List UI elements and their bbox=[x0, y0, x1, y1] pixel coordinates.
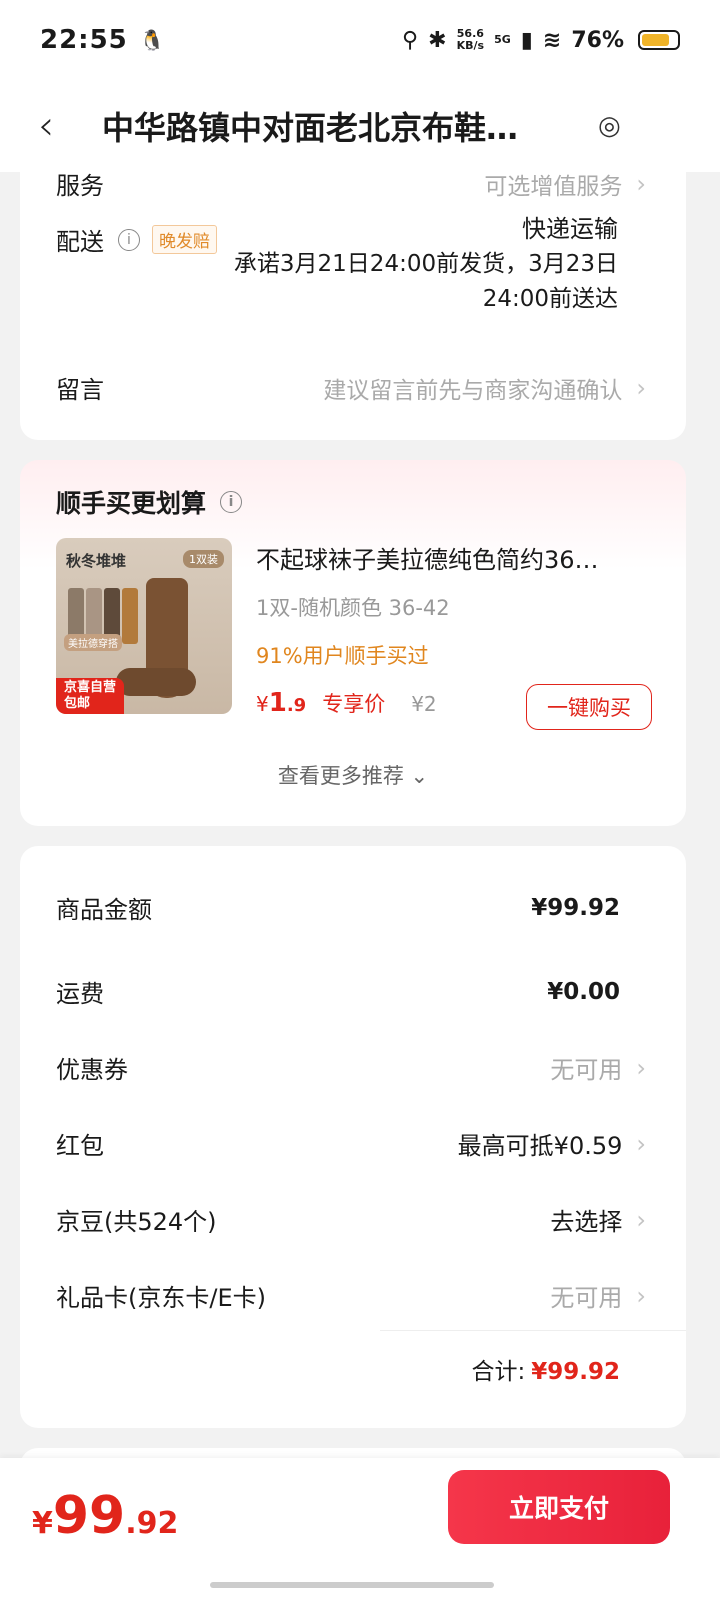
qq-icon: 🐧 bbox=[139, 28, 165, 52]
signal-label: 5G bbox=[494, 33, 511, 46]
info-icon[interactable]: i bbox=[220, 491, 243, 513]
image-text-pack: 1双装 bbox=[183, 550, 224, 568]
back-arrow-icon[interactable]: ‹ bbox=[38, 103, 78, 149]
delivery-row: 配送 i 晚发赔 bbox=[56, 222, 217, 257]
pay-now-button[interactable]: 立即支付 bbox=[448, 1470, 670, 1544]
coupon-value: 无可用 bbox=[550, 1056, 623, 1084]
coupon-label: 优惠券 bbox=[56, 1056, 128, 1084]
shipping-row: 运费 ¥0.00 bbox=[56, 974, 620, 1009]
add-on-title-text: 顺手买更划算 bbox=[56, 489, 207, 518]
shipping-value: ¥0.00 bbox=[547, 978, 620, 1005]
location-pin-icon: ⚲ bbox=[402, 27, 419, 53]
message-label: 留言 bbox=[56, 376, 104, 404]
sock-swatch bbox=[122, 588, 138, 644]
chevron-right-icon: › bbox=[636, 1129, 646, 1158]
service-row[interactable]: 服务 可选增值服务 › bbox=[56, 166, 646, 201]
price-symbol: ¥ bbox=[256, 692, 269, 716]
home-indicator[interactable] bbox=[210, 1582, 494, 1588]
badge-line2: 包邮 bbox=[64, 696, 91, 711]
total-value: ¥99.92 bbox=[531, 1359, 620, 1385]
order-info-card: 服务 可选增值服务 › 配送 i 晚发赔 快递运输 承诺3月21日24:00前发… bbox=[20, 160, 686, 440]
message-placeholder: 建议留言前先与商家沟通确认 bbox=[323, 377, 623, 404]
chevron-right-icon: › bbox=[636, 1205, 646, 1234]
summary-card: 商品金额 ¥99.92 运费 ¥0.00 优惠券 无可用 › 红包 最高可抵¥0… bbox=[20, 846, 686, 1428]
giftcard-label: 礼品卡(京东卡/E卡) bbox=[56, 1284, 266, 1312]
redpacket-label: 红包 bbox=[56, 1132, 104, 1160]
status-time: 22:55 bbox=[40, 25, 128, 55]
original-price: ¥2 bbox=[411, 692, 437, 716]
chevron-right-icon: › bbox=[636, 169, 646, 198]
chevron-right-icon: › bbox=[636, 1053, 646, 1082]
shipping-label: 运费 bbox=[56, 980, 104, 1008]
goods-amount-row: 商品金额 ¥99.92 bbox=[56, 890, 620, 925]
delivery-label: 配送 bbox=[56, 228, 104, 256]
more-recommendations[interactable]: 查看更多推荐 ⌄ bbox=[20, 760, 686, 790]
store-title: 中华路镇中对面老北京布鞋… bbox=[102, 109, 519, 147]
product-name[interactable]: 不起球袜子美拉德纯色简约36… bbox=[256, 540, 656, 575]
net-speed: 56.6 KB/s bbox=[457, 28, 484, 52]
signal-icon: ▮ bbox=[520, 27, 533, 53]
delivery-promise: 承诺3月21日24:00前发货，3月23日24:00前送达 bbox=[233, 251, 618, 312]
price-int: 1 bbox=[268, 688, 287, 718]
one-click-buy-button[interactable]: 一键购买 bbox=[526, 684, 652, 730]
jingdou-value: 去选择 bbox=[550, 1208, 623, 1236]
jingdou-row[interactable]: 京豆(共524个) 去选择 › bbox=[56, 1202, 646, 1237]
bluetooth-icon: ✱ bbox=[428, 27, 447, 53]
price-dec: .9 bbox=[286, 695, 307, 716]
page-header: ‹ 中华路镇中对面老北京布鞋… ◎ bbox=[0, 80, 720, 172]
delivery-mode: 快递运输 bbox=[522, 215, 618, 243]
bottom-price-dec: .92 bbox=[125, 1506, 179, 1541]
total-label: 合计: bbox=[471, 1359, 526, 1385]
product-price: ¥ 1 .9 专享价 ¥2 bbox=[256, 688, 437, 718]
wifi-icon: ≋ bbox=[542, 27, 562, 53]
sock-foot bbox=[116, 668, 196, 696]
chevron-right-icon: › bbox=[636, 373, 646, 402]
service-label: 服务 bbox=[56, 172, 104, 200]
delivery-detail[interactable]: 快递运输 承诺3月21日24:00前发货，3月23日24:00前送达 bbox=[198, 212, 618, 317]
service-value: 可选增值服务 bbox=[484, 173, 623, 200]
product-spec: 1双-随机颜色 36-42 bbox=[256, 596, 450, 620]
net-speed-unit: KB/s bbox=[456, 39, 485, 52]
chevron-right-icon: › bbox=[636, 1281, 646, 1310]
message-row[interactable]: 留言 建议留言前先与商家沟通确认 › bbox=[56, 370, 646, 405]
self-operated-badge: 京喜自营 包邮 bbox=[56, 678, 125, 714]
battery-percent: 76% bbox=[571, 27, 624, 53]
divider bbox=[380, 1330, 686, 1331]
goods-label: 商品金额 bbox=[56, 896, 152, 924]
jingdou-label: 京豆(共524个) bbox=[56, 1208, 217, 1236]
goods-value: ¥99.92 bbox=[531, 894, 620, 921]
status-bar: 22:55 🐧 ⚲ ✱ 56.6 KB/s 5G ▮ ≋ 76% bbox=[0, 0, 720, 80]
image-text-top: 秋冬堆堆 bbox=[66, 552, 127, 570]
bottom-price-symbol: ¥ bbox=[32, 1506, 53, 1541]
bottom-price: ¥ 99 .92 bbox=[32, 1486, 178, 1546]
bottom-bar: ¥ 99 .92 立即支付 bbox=[0, 1458, 720, 1600]
giftcard-row[interactable]: 礼品卡(京东卡/E卡) 无可用 › bbox=[56, 1278, 646, 1313]
badge-line1: 京喜自营 bbox=[64, 680, 117, 695]
add-on-card: 顺手买更划算 i 秋冬堆堆 1双装 美拉德穿搭 京喜自营 包邮 不起球袜子美拉德… bbox=[20, 460, 686, 826]
add-on-title: 顺手买更划算 i bbox=[56, 484, 243, 520]
product-popularity: 91%用户顺手买过 bbox=[256, 644, 429, 668]
redpacket-row[interactable]: 红包 最高可抵¥0.59 › bbox=[56, 1126, 646, 1161]
giftcard-value: 无可用 bbox=[550, 1284, 623, 1312]
info-icon[interactable]: i bbox=[118, 228, 140, 251]
coupon-row[interactable]: 优惠券 无可用 › bbox=[56, 1050, 646, 1085]
total-row: 合计: ¥99.92 bbox=[471, 1352, 620, 1386]
chevron-down-icon: ⌄ bbox=[410, 764, 429, 788]
image-text-style: 美拉德穿搭 bbox=[64, 634, 122, 651]
status-right: ⚲ ✱ 56.6 KB/s 5G ▮ ≋ 76% bbox=[402, 28, 680, 53]
bottom-price-int: 99 bbox=[52, 1486, 126, 1546]
price-tag: 专享价 bbox=[322, 692, 386, 716]
product-image[interactable]: 秋冬堆堆 1双装 美拉德穿搭 京喜自营 包邮 bbox=[56, 538, 232, 714]
redpacket-value: 最高可抵¥0.59 bbox=[457, 1132, 623, 1160]
more-label: 查看更多推荐 bbox=[277, 764, 404, 788]
battery-icon bbox=[638, 30, 680, 50]
location-icon[interactable]: ◎ bbox=[598, 111, 621, 141]
